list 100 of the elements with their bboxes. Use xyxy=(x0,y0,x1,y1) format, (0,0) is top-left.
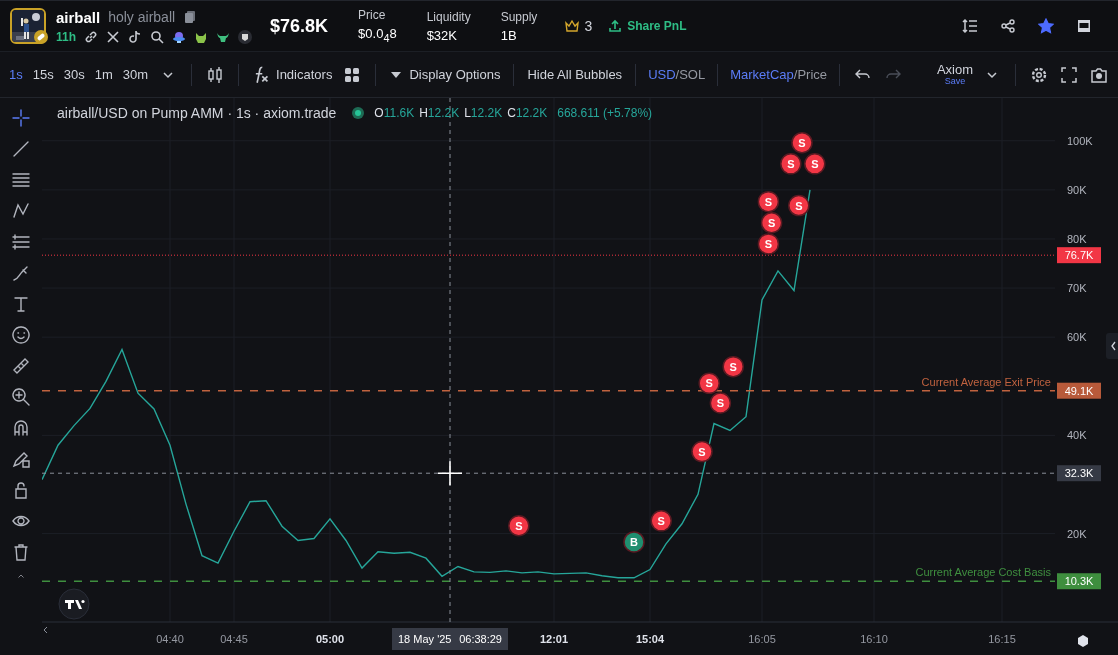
time-axis-label: 16:05 xyxy=(748,633,776,645)
annotation: S xyxy=(705,377,713,390)
trade-marker[interactable]: S xyxy=(780,153,802,175)
copy-icon[interactable] xyxy=(183,10,198,24)
music-note-icon[interactable] xyxy=(128,29,142,44)
trade-marker[interactable]: S xyxy=(757,233,780,255)
price-axis-label: 90K xyxy=(1067,183,1087,196)
pencil-lock-icon[interactable] xyxy=(11,449,31,469)
currency-option[interactable]: SOL xyxy=(679,67,706,82)
star-icon[interactable] xyxy=(1038,18,1054,34)
metric-option[interactable]: Price xyxy=(797,67,828,82)
price-change: 668.611 (+5.78%) xyxy=(557,106,653,120)
annotation: S xyxy=(767,216,776,229)
timeframe-tab[interactable]: 30s xyxy=(58,63,90,86)
timeframe-tab[interactable]: 1m xyxy=(89,63,118,86)
holder-count: 3 xyxy=(584,18,593,34)
token-symbol: airball xyxy=(56,8,101,26)
annotation: S xyxy=(657,514,665,527)
price-tag: 49.1K xyxy=(1057,382,1101,399)
hide-bubbles-button[interactable]: Hide All Bubbles xyxy=(522,63,628,86)
time-axis-label: 04:45 xyxy=(220,633,248,645)
metric-option[interactable]: MarketCap xyxy=(730,67,794,82)
annotation: S xyxy=(798,136,806,149)
trade-marker[interactable]: S xyxy=(757,190,780,213)
crosshair-icon[interactable] xyxy=(11,108,31,128)
stat-value: $32K xyxy=(426,27,458,43)
smiley-icon[interactable] xyxy=(11,325,31,345)
magnet-icon[interactable] xyxy=(11,418,31,438)
price-axis-label: 70K xyxy=(1067,282,1087,295)
time-axis-label: 16:10 xyxy=(860,633,888,645)
annotation: S xyxy=(787,157,795,170)
search-icon[interactable] xyxy=(150,29,164,44)
trade-marker[interactable]: S xyxy=(804,153,826,175)
trade-marker[interactable]: S xyxy=(691,440,713,463)
text-icon[interactable] xyxy=(11,294,31,314)
price-axis-label: 40K xyxy=(1067,429,1087,442)
trade-marker[interactable]: B xyxy=(623,531,645,553)
price-level-label: Current Average Cost Basis xyxy=(915,566,1051,579)
annotation: S xyxy=(698,445,706,458)
trade-marker[interactable]: S xyxy=(791,131,813,154)
market-cap: $76.8K xyxy=(270,15,329,37)
annotation: B xyxy=(630,535,639,548)
trade-marker[interactable]: S xyxy=(709,392,732,414)
collapse-panel-button[interactable] xyxy=(1106,333,1118,359)
chevron-left-icon[interactable] xyxy=(43,626,48,634)
time-axis-label: 16:15 xyxy=(988,633,1016,645)
price-tag: 32.3K xyxy=(1057,465,1101,482)
ohlc-value: O11.6K xyxy=(374,106,415,120)
time-axis-label: 12:01 xyxy=(539,633,569,645)
timeframe-tab[interactable]: 30m xyxy=(117,63,154,86)
ohlc-value: L12.2K xyxy=(464,106,503,120)
timeframe-tab[interactable]: 15s xyxy=(27,63,59,86)
ohlc-value: C12.2K xyxy=(507,106,548,120)
annotation: S xyxy=(515,519,523,532)
crown-icon xyxy=(565,19,580,33)
annotation: S xyxy=(764,195,773,208)
time-axis-label: 15:04 xyxy=(635,633,665,645)
price-axis-label: 20K xyxy=(1067,527,1087,540)
stat-label: Price xyxy=(358,8,387,23)
timeframe-tab[interactable]: 1s xyxy=(4,63,28,86)
share-icon[interactable] xyxy=(1000,18,1016,34)
trade-marker[interactable]: S xyxy=(698,372,720,395)
horizontal-lines-icon[interactable] xyxy=(11,170,31,190)
trade-marker[interactable]: S xyxy=(650,510,672,532)
price-tag: 76.7K xyxy=(1057,247,1101,264)
ruler-icon[interactable] xyxy=(11,356,31,376)
separator-slash: / xyxy=(675,67,680,82)
levels-icon[interactable] xyxy=(11,232,31,252)
currency-option[interactable]: USD xyxy=(648,67,676,82)
sort-list-icon[interactable] xyxy=(962,18,978,34)
separator-slash: / xyxy=(793,67,798,82)
trade-marker[interactable]: S xyxy=(508,515,530,537)
link-icon[interactable] xyxy=(84,29,98,44)
status-dot xyxy=(352,107,365,119)
stat-label: Supply xyxy=(500,9,538,24)
zoom-icon[interactable] xyxy=(11,387,31,407)
hexagon-icon[interactable] xyxy=(1078,635,1088,647)
trend-line-icon[interactable] xyxy=(11,139,31,159)
trash-icon[interactable] xyxy=(11,542,31,562)
price-axis-label: 100K xyxy=(1067,134,1093,147)
annotation: S xyxy=(811,157,819,170)
crosshair-date: 18 May '25 xyxy=(398,633,452,645)
ufo-icon[interactable] xyxy=(172,29,186,44)
trade-marker[interactable]: S xyxy=(760,212,783,234)
stat-value: 1B xyxy=(500,27,518,43)
indicators-button[interactable]: Indicators xyxy=(247,61,338,88)
price-level-label: Current Average Exit Price xyxy=(921,375,1051,388)
display-options-button[interactable]: Display Options xyxy=(384,63,506,86)
logo-icon[interactable] xyxy=(58,588,90,620)
layout-save-button[interactable]: Axiom Save xyxy=(932,63,977,86)
trade-marker[interactable]: S xyxy=(788,194,810,217)
x-icon[interactable] xyxy=(106,29,120,44)
pattern-icon[interactable] xyxy=(11,201,31,221)
share-pnl-button[interactable]: Share PnL xyxy=(608,19,687,33)
trade-marker[interactable]: S xyxy=(722,355,744,378)
ohlc-value: H12.2K xyxy=(419,106,460,120)
time-axis-label: 04:40 xyxy=(156,633,184,645)
window-icon[interactable] xyxy=(1076,18,1092,34)
annotation: S xyxy=(795,199,803,212)
stat-label: Liquidity xyxy=(426,9,471,24)
